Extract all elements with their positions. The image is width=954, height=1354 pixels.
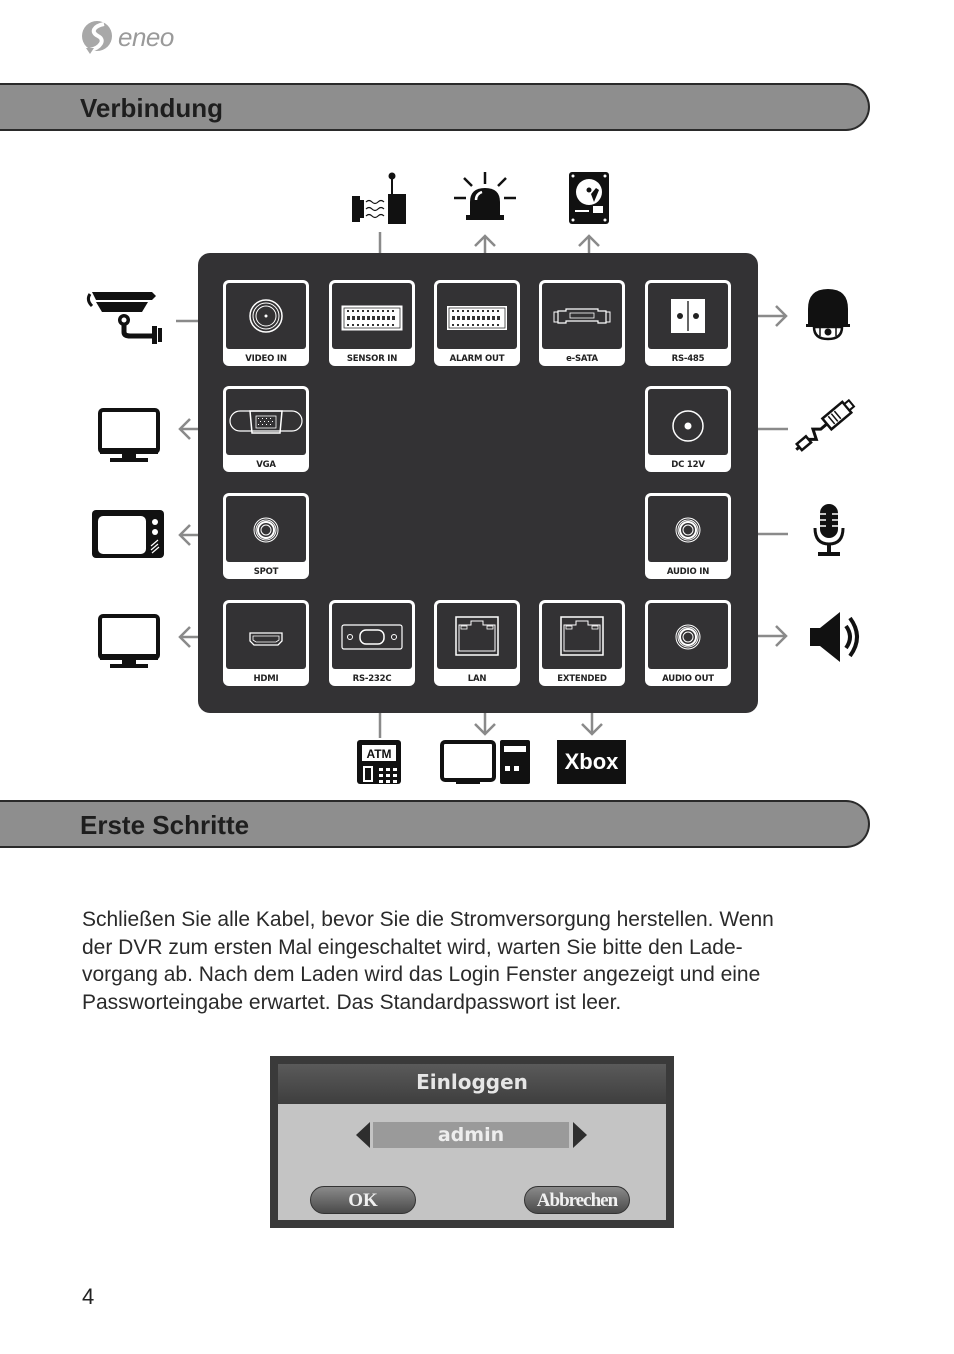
terminal-block-icon (447, 306, 507, 330)
port-audio-in: AUDIO IN (645, 493, 731, 579)
login-dialog-title: Einloggen (416, 1070, 528, 1094)
rj45-ethernet-icon (560, 616, 604, 656)
port-e-sata: e-SATA (539, 280, 625, 366)
section-title: Erste Schritte (80, 810, 250, 840)
port-label: LAN (467, 674, 487, 684)
db9-serial-connector-icon (341, 624, 403, 650)
previous-user-arrow-icon[interactable] (356, 1122, 370, 1148)
bnc-connector-icon (249, 299, 283, 333)
next-user-arrow-icon[interactable] (573, 1122, 587, 1148)
cancel-button[interactable]: Abbrechen (524, 1186, 630, 1214)
user-selector[interactable]: admin (373, 1122, 569, 1148)
port-rs-232c: RS-232C (329, 600, 415, 686)
port-label: SENSOR IN (346, 354, 398, 364)
dvr-rear-panel: VIDEO IN SENSOR IN ALARM OUT e-SATA RS-4… (198, 253, 758, 713)
instructions-paragraph: Schließen Sie alle Kabel, bevor Sie die … (82, 906, 872, 1016)
port-video-in: VIDEO IN (223, 280, 309, 366)
paragraph-line: Schließen Sie alle Kabel, bevor Sie die … (82, 908, 774, 931)
port-lan: LAN (434, 600, 520, 686)
login-dialog-header: Einloggen (278, 1064, 666, 1104)
hdmi-connector-icon (249, 632, 283, 646)
port-sensor-in: SENSOR IN (329, 280, 415, 366)
port-label: ALARM OUT (449, 354, 505, 364)
port-label: RS-232C (352, 674, 392, 684)
port-label: AUDIO OUT (662, 674, 714, 684)
port-label: EXTENDED (557, 674, 607, 684)
port-label: HDMI (253, 674, 279, 684)
port-vga: VGA (223, 386, 309, 472)
port-label: VIDEO IN (245, 354, 287, 364)
port-rs-485: RS-485 (645, 280, 731, 366)
paragraph-line: Passworteingabe erwartet. Das Standardpa… (82, 990, 622, 1014)
rs485-terminal-icon (671, 299, 705, 333)
esata-connector-icon (553, 308, 611, 324)
port-spot: SPOT (223, 493, 309, 579)
port-dc-12v: DC 12V (645, 386, 731, 472)
paragraph-line: vorgang ab. Nach dem Laden wird das Logi… (82, 963, 761, 986)
port-alarm-out: ALARM OUT (434, 280, 520, 366)
vga-connector-icon (229, 410, 303, 434)
port-hdmi: HDMI (223, 600, 309, 686)
login-dialog: Einloggen admin OK Abbrechen (270, 1056, 674, 1228)
dc-power-jack-icon (672, 410, 704, 442)
port-extended: EXTENDED (539, 600, 625, 686)
port-label: AUDIO IN (666, 567, 710, 577)
port-label: SPOT (253, 567, 279, 577)
rj45-ethernet-icon (455, 616, 499, 656)
paragraph-line: der DVR zum ersten Mal eingeschaltet wir… (82, 935, 743, 959)
port-label: VGA (256, 460, 276, 470)
rca-jack-icon (675, 517, 701, 543)
port-label: RS-485 (671, 354, 705, 364)
rca-jack-icon (675, 624, 701, 650)
rca-jack-icon (253, 517, 279, 543)
section-header-erste-schritte: Erste Schritte (0, 800, 870, 848)
page-number: 4 (82, 1284, 95, 1309)
login-dialog-body: admin OK Abbrechen (278, 1104, 666, 1220)
port-audio-out: AUDIO OUT (645, 600, 731, 686)
terminal-block-icon (341, 305, 403, 331)
ok-button[interactable]: OK (310, 1186, 416, 1214)
port-label: DC 12V (671, 460, 705, 470)
port-label: e-SATA (566, 354, 598, 364)
